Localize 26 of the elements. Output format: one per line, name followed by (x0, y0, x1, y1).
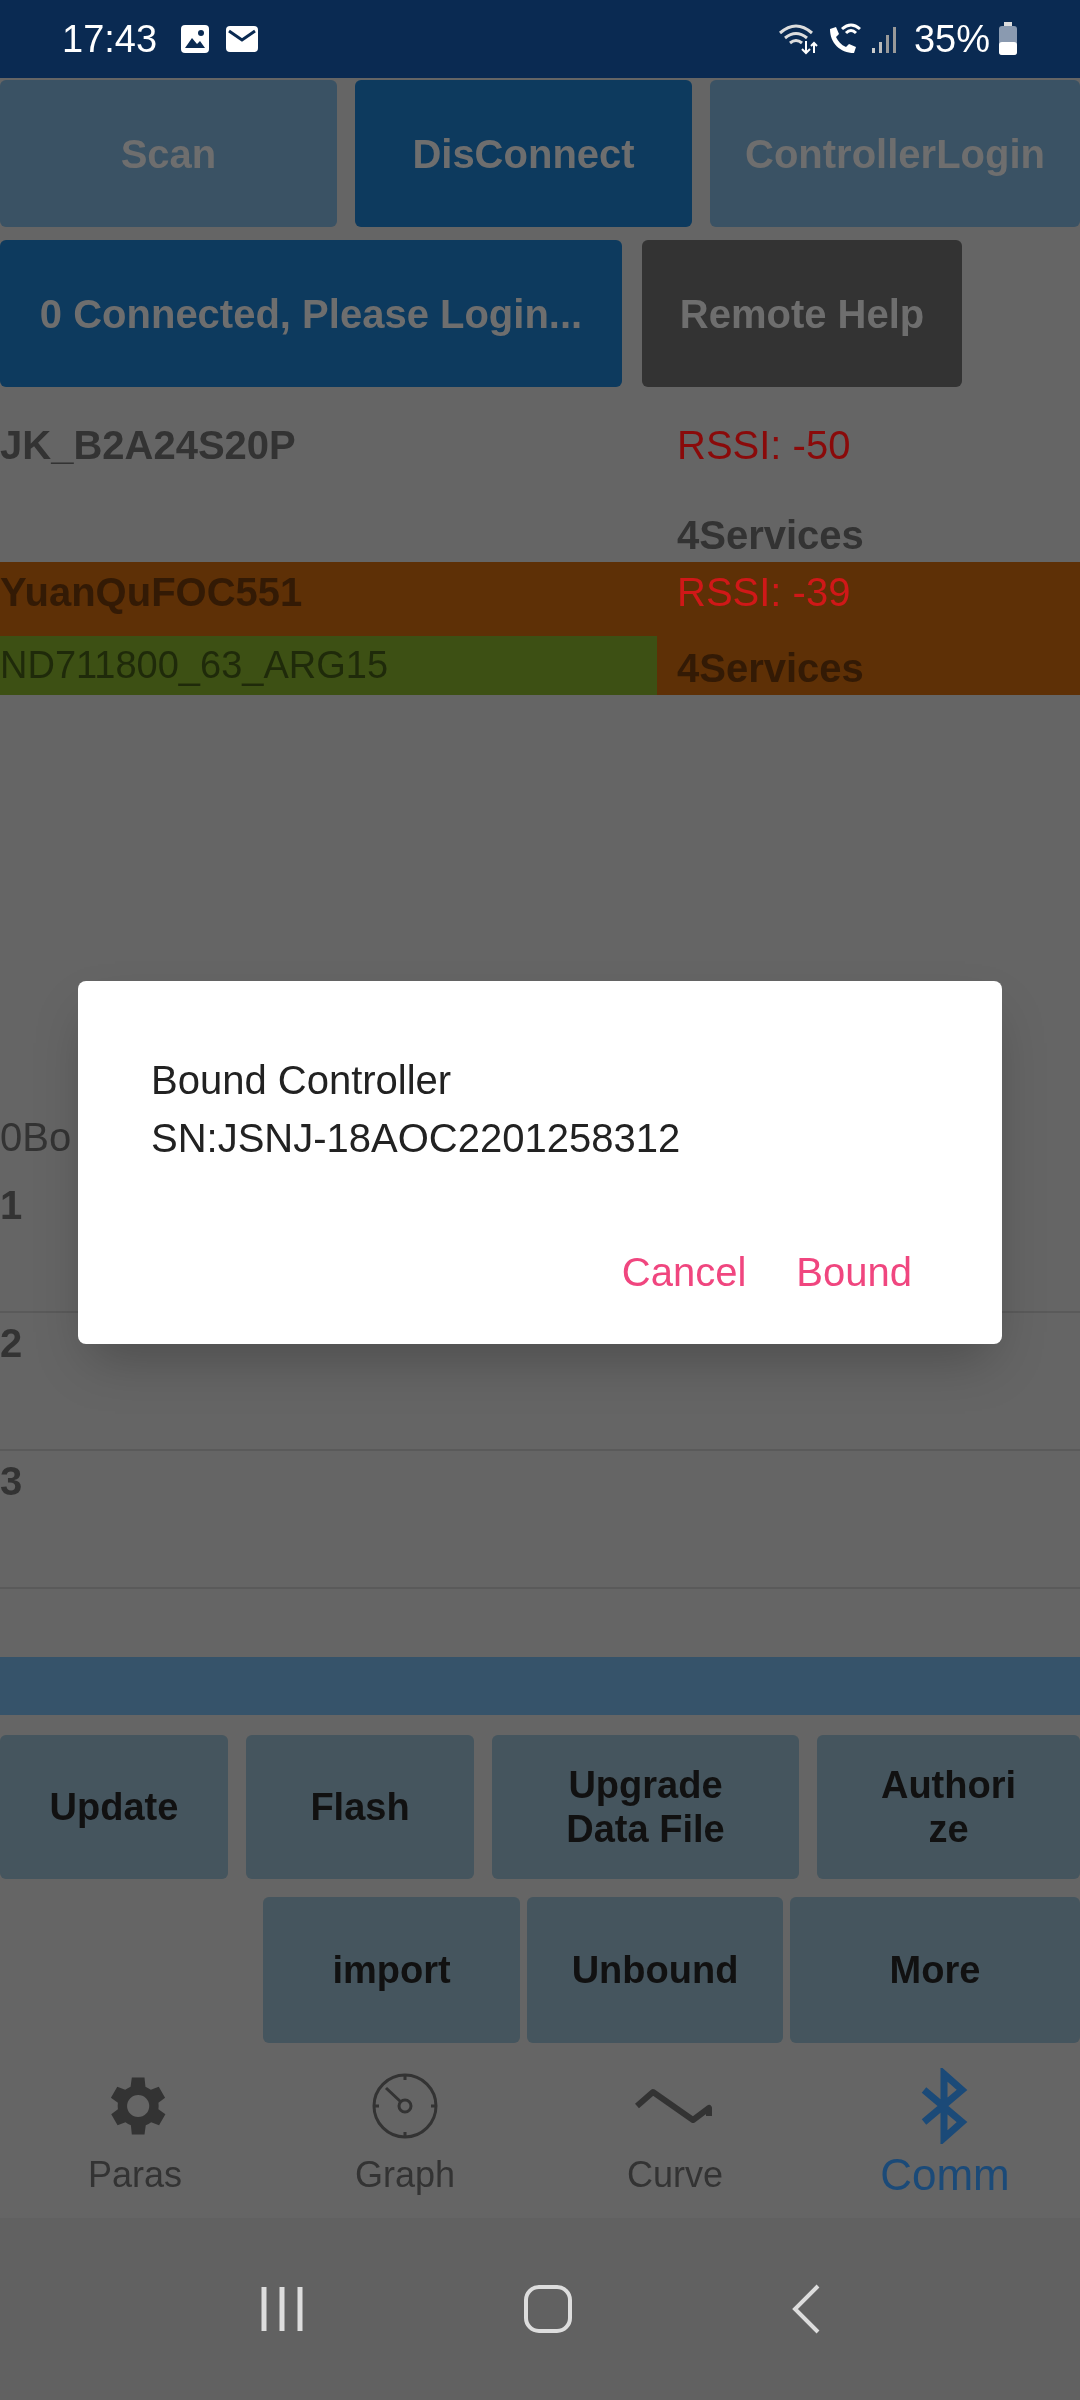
confirm-button[interactable]: Bound (796, 1242, 912, 1302)
action-button[interactable]: Flash (246, 1735, 474, 1879)
bluetooth-icon (920, 2068, 970, 2144)
action-button[interactable]: Unbound (527, 1897, 783, 2043)
disconnect-button[interactable]: DisConnect (355, 80, 692, 227)
battery-text: 35% (913, 16, 990, 62)
connection-status-button[interactable]: 0 Connected, Please Login... (0, 240, 622, 387)
dialog-message: Bound Controller SN:JSNJ-18AOC2201258312 (151, 1057, 682, 1162)
mail-icon (225, 25, 260, 53)
action-button[interactable]: Authorize (817, 1735, 1080, 1879)
nav-tab[interactable]: Comm (810, 2061, 1080, 2218)
image-icon (179, 23, 212, 55)
rssi-text: RSSI: -50 (677, 422, 852, 469)
action-button[interactable]: Upgrade Data File (492, 1735, 799, 1879)
action-button[interactable]: More (790, 1897, 1080, 2043)
gauge-icon (370, 2071, 440, 2141)
action-button[interactable]: import (263, 1897, 520, 2043)
wave-icon (635, 2086, 715, 2126)
clock-text: 17:43 (62, 16, 158, 62)
home-icon[interactable] (523, 2284, 573, 2334)
wifi-icon (777, 23, 818, 55)
battery-icon (998, 22, 1018, 56)
rssi-text: RSSI: -39 (677, 569, 852, 616)
remote-help-button[interactable]: Remote Help (642, 240, 962, 387)
cancel-button[interactable]: Cancel (621, 1242, 747, 1302)
action-button[interactable]: Update (0, 1735, 228, 1879)
